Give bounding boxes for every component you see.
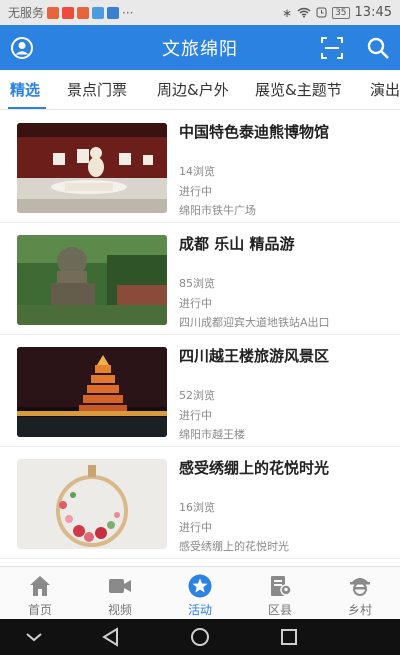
recents-square-icon[interactable] bbox=[278, 626, 300, 648]
tab-attraction-tickets[interactable]: 景点门票 bbox=[67, 79, 127, 100]
map-pin-icon bbox=[271, 576, 292, 596]
bottom-navigation: 首页 视频 活动 区县 乡村 bbox=[0, 566, 400, 619]
nav-districts[interactable]: 区县 bbox=[240, 567, 320, 620]
app-notification-icon bbox=[92, 6, 105, 19]
app-notification-icon bbox=[77, 6, 90, 19]
village-icon bbox=[350, 578, 370, 596]
item-status: 进行中 bbox=[179, 409, 212, 422]
home-icon bbox=[30, 576, 50, 596]
system-navigation-bar bbox=[0, 619, 400, 655]
app-notification-icon bbox=[62, 6, 75, 19]
nav-label: 首页 bbox=[27, 603, 52, 617]
item-views: 14浏览 bbox=[179, 165, 215, 178]
category-tabs: 精选 景点门票 周边&户外 展览&主题节 演出 bbox=[0, 70, 400, 110]
yuewang-tower-image bbox=[17, 347, 167, 437]
item-location: 四川成都迎宾大道地铁站A出口 bbox=[179, 316, 330, 329]
item-title: 四川越王楼旅游风景区 bbox=[179, 347, 330, 365]
item-title: 中国特色泰迪熊博物馆 bbox=[179, 123, 330, 141]
status-bar: 无服务 ··· ∗ 35 13:45 bbox=[0, 0, 400, 25]
page-title: 文旅绵阳 bbox=[162, 38, 238, 60]
embroidery-hoop-image bbox=[17, 459, 167, 549]
teddy-bear-museum-image bbox=[17, 123, 167, 213]
app-header: 文旅绵阳 bbox=[0, 25, 400, 70]
item-views: 16浏览 bbox=[179, 501, 215, 514]
user-circle-icon[interactable] bbox=[10, 36, 34, 60]
carrier-text: 无服务 bbox=[8, 6, 45, 20]
home-circle-icon[interactable] bbox=[189, 626, 211, 648]
nav-label: 视频 bbox=[107, 603, 132, 617]
bluetooth-icon: ∗ bbox=[282, 5, 293, 20]
item-views: 85浏览 bbox=[179, 277, 215, 290]
back-triangle-icon[interactable] bbox=[100, 626, 122, 648]
nav-label: 乡村 bbox=[347, 603, 372, 617]
app-notification-icon bbox=[107, 6, 120, 19]
alarm-icon bbox=[316, 7, 327, 18]
tab-shows[interactable]: 演出 bbox=[370, 79, 400, 100]
tab-featured[interactable]: 精选 bbox=[10, 79, 40, 100]
item-status: 进行中 bbox=[179, 185, 212, 198]
nav-activities[interactable]: 活动 bbox=[160, 567, 240, 620]
item-location: 感受绣绷上的花悦时光 bbox=[179, 540, 289, 553]
active-tab-indicator bbox=[8, 107, 46, 109]
item-status: 进行中 bbox=[179, 521, 212, 534]
item-location: 绵阳市越王楼 bbox=[179, 428, 245, 441]
list-item[interactable]: 四川越王楼旅游风景区 52浏览 进行中 绵阳市越王楼 bbox=[0, 335, 400, 447]
video-icon bbox=[109, 579, 131, 593]
app-notification-icon bbox=[47, 6, 60, 19]
item-views: 52浏览 bbox=[179, 389, 215, 402]
nav-village[interactable]: 乡村 bbox=[320, 567, 400, 620]
leshan-buddha-image bbox=[17, 235, 167, 325]
back-chevron-icon[interactable] bbox=[23, 626, 45, 648]
list-item[interactable]: 成都 乐山 精品游 85浏览 进行中 四川成都迎宾大道地铁站A出口 bbox=[0, 223, 400, 335]
wifi-icon bbox=[297, 7, 311, 18]
battery-indicator: 35 bbox=[332, 6, 350, 19]
tab-exhibitions[interactable]: 展览&主题节 bbox=[255, 79, 342, 100]
item-status: 进行中 bbox=[179, 297, 212, 310]
item-location: 绵阳市铁牛广场 bbox=[179, 204, 256, 217]
nav-label: 区县 bbox=[267, 603, 292, 617]
tab-outdoor[interactable]: 周边&户外 bbox=[157, 79, 229, 100]
nav-home[interactable]: 首页 bbox=[0, 567, 80, 620]
nav-label: 活动 bbox=[187, 603, 212, 617]
list-item[interactable]: 感受绣绷上的花悦时光 16浏览 进行中 感受绣绷上的花悦时光 bbox=[0, 447, 400, 559]
item-title: 成都 乐山 精品游 bbox=[179, 235, 295, 253]
more-notifications: ··· bbox=[122, 5, 134, 20]
star-badge-icon bbox=[188, 574, 212, 598]
search-icon[interactable] bbox=[366, 36, 390, 60]
activity-list: 中国特色泰迪熊博物馆 14浏览 进行中 绵阳市铁牛广场 成都 乐山 精品游 85… bbox=[0, 111, 400, 566]
item-title: 感受绣绷上的花悦时光 bbox=[179, 459, 330, 477]
scan-icon[interactable] bbox=[321, 37, 343, 59]
nav-video[interactable]: 视频 bbox=[80, 567, 160, 620]
clock: 13:45 bbox=[354, 5, 392, 20]
list-item[interactable]: 中国特色泰迪熊博物馆 14浏览 进行中 绵阳市铁牛广场 bbox=[0, 111, 400, 223]
